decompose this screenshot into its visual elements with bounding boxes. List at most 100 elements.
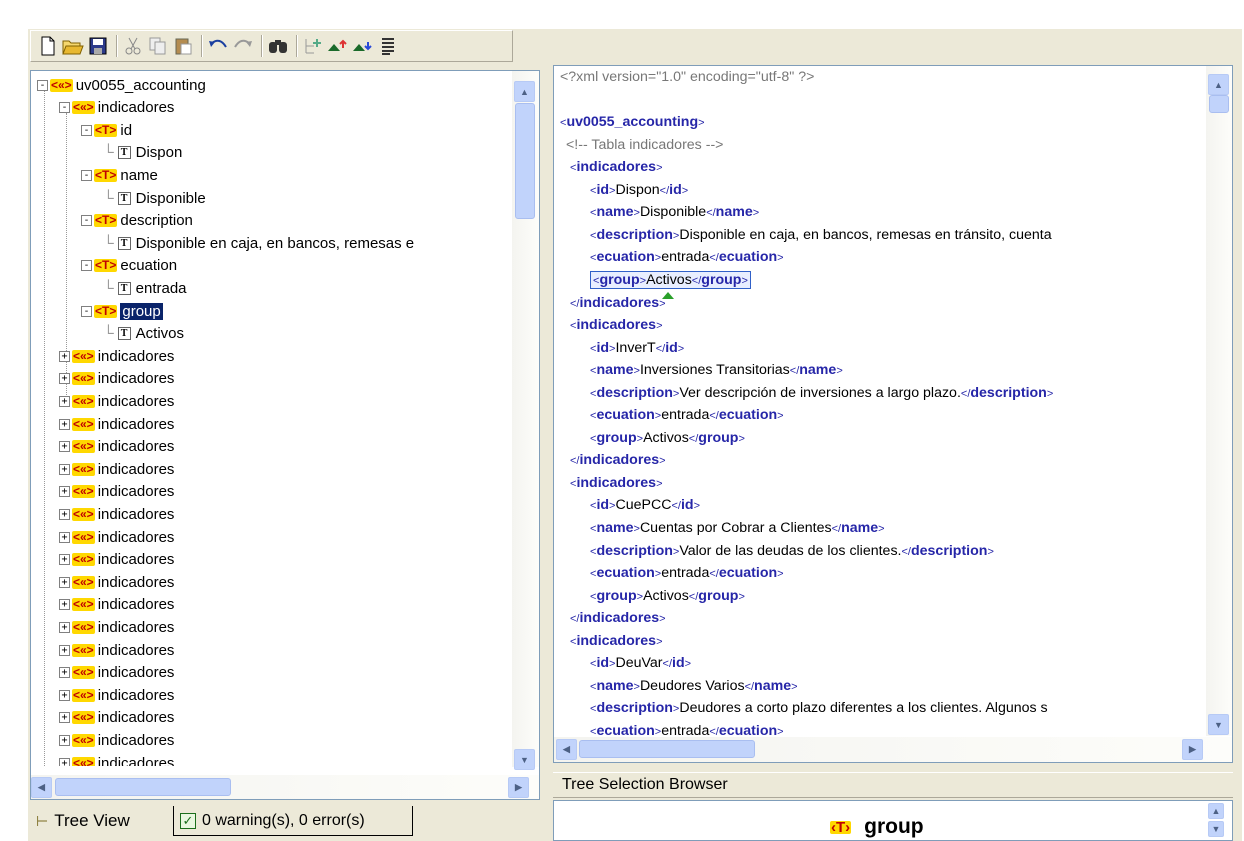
tree-node-name[interactable]: - <T> name <box>81 164 158 186</box>
tree-node-indicadores[interactable]: + <«> indicadores <box>59 368 174 390</box>
h-scroll-thumb[interactable] <box>55 778 231 796</box>
xml-line-description: <description>Ver descripción de inversio… <box>590 384 1054 401</box>
text-node-icon: T <box>117 281 131 295</box>
tree-node-indicadores[interactable]: + <«> indicadores <box>59 729 174 751</box>
scroll-thumb[interactable] <box>515 103 535 219</box>
copy-button[interactable] <box>147 35 169 57</box>
xml-scroll-up-button[interactable]: ▲ <box>1208 74 1229 95</box>
xml-source-pane[interactable]: <?xml version="1.0" encoding="utf-8" ?> <… <box>553 65 1233 763</box>
paste-button[interactable] <box>172 35 194 57</box>
tree-node-root[interactable]: - <«> uv0055_accounting <box>37 74 206 96</box>
expand-toggle-icon[interactable]: + <box>59 734 70 746</box>
expand-toggle-icon[interactable]: + <box>59 576 70 588</box>
tree-node-label: indicadores <box>97 99 175 117</box>
format-button[interactable] <box>377 35 399 57</box>
xml-scroll-thumb[interactable] <box>1209 95 1229 113</box>
xml-source-text[interactable]: <?xml version="1.0" encoding="utf-8" ?> <… <box>560 66 1210 736</box>
collapse-toggle-icon[interactable]: - <box>59 102 70 114</box>
tree-node-indicadores[interactable]: + <«> indicadores <box>59 458 174 480</box>
xml-line-description: <description>Disponible en caja, en banc… <box>590 226 1052 243</box>
tree-insert-button[interactable] <box>302 35 324 57</box>
expand-toggle-icon[interactable]: + <box>59 531 70 543</box>
collapse-toggle-icon[interactable]: - <box>81 215 92 227</box>
save-button[interactable] <box>87 35 109 57</box>
xml-scroll-down-button[interactable]: ▼ <box>1208 714 1229 735</box>
xml-scroll-left-button[interactable]: ◀ <box>556 739 577 760</box>
tree-node-indicadores[interactable]: + <«> indicadores <box>59 639 174 661</box>
new-file-button[interactable] <box>37 35 59 57</box>
tree-text-node[interactable]: └ T Disponible en caja, en bancos, remesas… <box>103 232 414 254</box>
collapse-toggle-icon[interactable]: - <box>81 169 92 181</box>
tree-text-node[interactable]: └ T Activos <box>103 323 184 345</box>
tree-node-indicadores[interactable]: + <«> indicadores <box>59 752 174 766</box>
tree-node-indicadores[interactable]: + <«> indicadores <box>59 707 174 729</box>
tree-node-indicadores[interactable]: + <«> indicadores <box>59 571 174 593</box>
xml-h-scroll-thumb[interactable] <box>579 740 755 758</box>
tree-text-node[interactable]: └ T Disponible <box>103 187 206 209</box>
expand-toggle-icon[interactable]: + <box>59 350 70 362</box>
collapse-toggle-icon[interactable]: - <box>81 124 92 136</box>
tree-node-indicadores[interactable]: + <«> indicadores <box>59 436 174 458</box>
xml-text-value: Dispon <box>615 181 660 198</box>
xml-vertical-scrollbar[interactable] <box>1206 66 1232 736</box>
tree-text-node[interactable]: └ Tentrada <box>103 277 187 299</box>
expand-toggle-icon[interactable]: + <box>59 395 70 407</box>
expand-toggle-icon[interactable]: + <box>59 441 70 453</box>
expand-toggle-icon[interactable]: + <box>59 599 70 611</box>
tab-tree-view[interactable]: ⊢ Tree View <box>30 806 170 836</box>
tree-node-indicadores[interactable]: + <«> indicadores <box>59 616 174 638</box>
scroll-up-button[interactable]: ▲ <box>514 81 535 102</box>
tree-text-node[interactable]: └ T Dispon <box>103 142 182 164</box>
expand-toggle-icon[interactable]: + <box>59 712 70 724</box>
open-folder-button[interactable] <box>62 35 84 57</box>
expand-toggle-icon[interactable]: + <box>59 667 70 679</box>
collapse-toggle-icon[interactable]: - <box>81 260 92 272</box>
tree-node-ecuation[interactable]: - <T> ecuation <box>81 255 177 277</box>
expand-toggle-icon[interactable]: + <box>59 486 70 498</box>
scroll-left-button[interactable]: ◀ <box>31 777 52 798</box>
tab-warnings[interactable]: ✓ 0 warning(s), 0 error(s) <box>173 806 413 836</box>
tree-node-indicadores[interactable]: + <«> indicadores <box>59 413 174 435</box>
move-down-button[interactable] <box>352 35 374 57</box>
collapse-toggle-icon[interactable]: - <box>37 79 48 91</box>
expand-toggle-icon[interactable]: + <box>59 554 70 566</box>
tree-node-indicadores[interactable]: + <«> indicadores <box>59 345 174 367</box>
tree-node-indicadores[interactable]: + <«> indicadores <box>59 662 174 684</box>
scroll-right-button[interactable]: ▶ <box>508 777 529 798</box>
undo-button[interactable] <box>207 35 229 57</box>
tsb-scroll-down-button[interactable]: ▼ <box>1208 821 1224 837</box>
expand-toggle-icon[interactable]: + <box>59 373 70 385</box>
expand-toggle-icon[interactable]: + <box>59 689 70 701</box>
text-element-icon: <T> <box>94 303 118 318</box>
expand-toggle-icon[interactable]: + <box>59 621 70 633</box>
xml-line-group: <group>Activos</group> <box>590 269 751 291</box>
tree-node-indicadores[interactable]: + <«> indicadores <box>59 481 174 503</box>
collapse-toggle-icon[interactable]: - <box>81 305 92 317</box>
tree-node-description[interactable]: - <T> description <box>81 210 193 232</box>
expand-toggle-icon[interactable]: + <box>59 463 70 475</box>
tree-node-indicadores[interactable]: + <«> indicadores <box>59 684 174 706</box>
tree-node-indicadores[interactable]: + <«> indicadores <box>59 526 174 548</box>
find-button[interactable] <box>267 35 289 57</box>
cut-button[interactable] <box>122 35 144 57</box>
redo-button[interactable] <box>232 35 254 57</box>
tree-node-indicadores[interactable]: + <«> indicadores <box>59 549 174 571</box>
element-icon: <«> <box>72 100 95 115</box>
tree-node-indicadores[interactable]: + <«> indicadores <box>59 390 174 412</box>
expand-toggle-icon[interactable]: + <box>59 644 70 656</box>
tree-node-group[interactable]: - <T> group <box>81 300 163 322</box>
tree-node-indicadores[interactable]: - <«> indicadores <box>59 97 174 119</box>
expand-toggle-icon[interactable]: + <box>59 757 70 766</box>
scroll-down-button[interactable]: ▼ <box>514 749 535 770</box>
tree-node-indicadores[interactable]: + <«> indicadores <box>59 594 174 616</box>
tree-node-label: indicadores <box>97 438 175 456</box>
move-up-button[interactable] <box>327 35 349 57</box>
text-element-icon: <T> <box>94 122 118 137</box>
tree-node-indicadores[interactable]: + <«> indicadores <box>59 503 174 525</box>
xml-line-id: <id>InverT</id> <box>590 339 685 356</box>
expand-toggle-icon[interactable]: + <box>59 418 70 430</box>
xml-scroll-right-button[interactable]: ▶ <box>1182 739 1203 760</box>
expand-toggle-icon[interactable]: + <box>59 508 70 520</box>
tree-node-id[interactable]: - <T> id <box>81 119 132 141</box>
tsb-scroll-up-button[interactable]: ▲ <box>1208 803 1224 819</box>
